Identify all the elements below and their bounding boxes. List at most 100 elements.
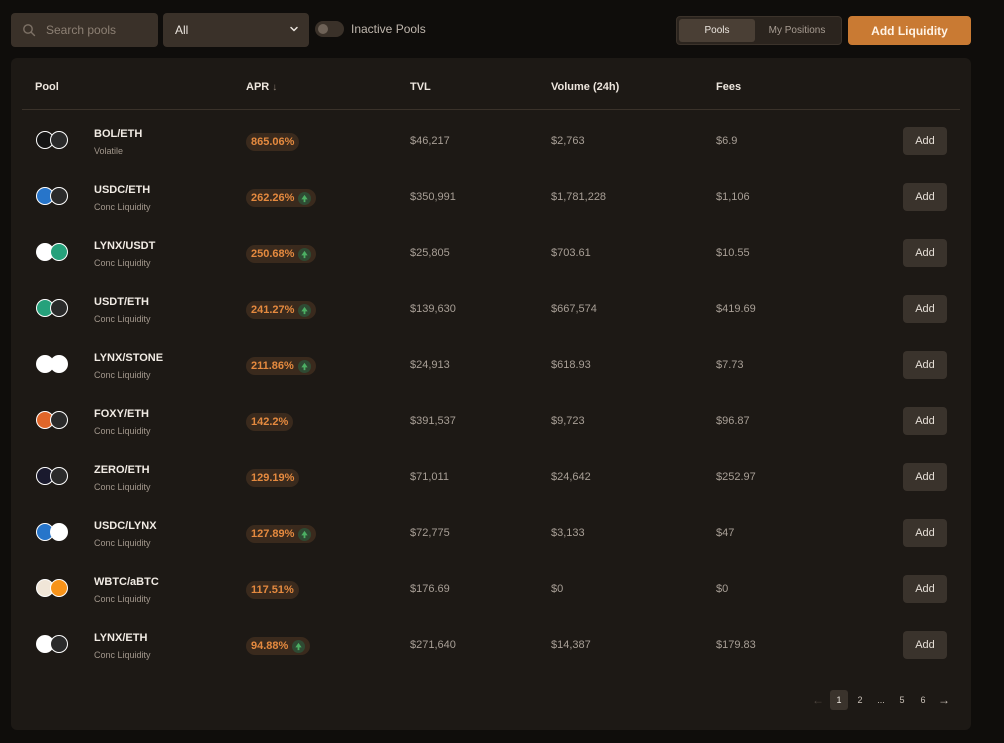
search-input[interactable] [46,23,146,37]
table-row[interactable]: FOXY/ETH Conc Liquidity 142.2% $391,537 … [22,400,960,456]
apr-value: 94.88% [251,640,289,652]
table-row[interactable]: LYNX/STONE Conc Liquidity 211.86% $24,91… [22,344,960,400]
add-pool-button[interactable]: Add [903,463,947,491]
pool-name[interactable]: LYNX/USDT [94,240,155,252]
table-row[interactable]: BOL/ETH Volatile 865.06% $46,217 $2,763 … [22,120,960,176]
tvl-value: $72,775 [410,527,450,539]
add-pool-button[interactable]: Add [903,351,947,379]
prev-page-icon[interactable]: ← [809,690,827,710]
add-liquidity-button[interactable]: Add Liquidity [848,16,971,45]
pools-table: Pool APR ↓ TVL Volume (24h) Fees BOL/ETH … [11,58,971,730]
inactive-pools-toggle[interactable] [315,21,344,37]
add-pool-button[interactable]: Add [903,183,947,211]
toggle-knob [318,24,328,34]
pool-name[interactable]: USDC/ETH [94,184,150,196]
next-page-icon[interactable]: → [935,690,953,710]
inactive-pools-control: Inactive Pools [315,21,426,37]
column-header-volume[interactable]: Volume (24h) [551,81,619,93]
apr-badge: 250.68% [246,245,317,263]
pool-filter-value: All [175,23,189,37]
pool-name[interactable]: ZERO/ETH [94,464,150,476]
boost-leaf-icon [292,639,306,653]
page-1[interactable]: 1 [830,690,848,710]
boost-leaf-icon [298,191,312,205]
table-row[interactable]: WBTC/aBTC Conc Liquidity 117.51% $176.69… [22,568,960,624]
apr-badge: 94.88% [246,637,311,655]
volume-value: $703.61 [551,247,591,259]
boost-leaf-icon [298,247,312,261]
tvl-value: $176.69 [410,583,450,595]
tvl-value: $391,537 [410,415,456,427]
add-pool-button[interactable]: Add [903,575,947,603]
apr-badge: 127.89% [246,525,317,543]
column-header-fees[interactable]: Fees [716,81,741,93]
boost-leaf-icon [297,359,311,373]
table-row[interactable]: ZERO/ETH Conc Liquidity 129.19% $71,011 … [22,456,960,512]
boost-leaf-icon [298,303,312,317]
table-row[interactable]: USDC/LYNX Conc Liquidity 127.89% $72,775… [22,512,960,568]
add-pool-button[interactable]: Add [903,519,947,547]
add-pool-button[interactable]: Add [903,295,947,323]
add-pool-button[interactable]: Add [903,407,947,435]
add-pool-button[interactable]: Add [903,631,947,659]
token-icon [50,635,68,653]
apr-badge: 262.26% [246,189,317,207]
pool-name[interactable]: LYNX/STONE [94,352,163,364]
tab-pools[interactable]: Pools [679,19,755,42]
apr-value: 865.06% [251,136,295,148]
page-2[interactable]: 2 [851,690,869,710]
pool-filter-select[interactable]: All [163,13,309,47]
pool-type: Conc Liquidity [94,594,151,604]
volume-value: $9,723 [551,415,585,427]
apr-badge: 211.86% [246,357,316,375]
apr-value: 117.51% [251,584,294,596]
apr-value: 211.86% [251,360,294,372]
tab-my-positions[interactable]: My Positions [755,19,839,42]
pool-type: Conc Liquidity [94,650,151,660]
add-pool-button[interactable]: Add [903,127,947,155]
pool-name[interactable]: WBTC/aBTC [94,576,159,588]
token-icon [50,243,68,261]
volume-value: $667,574 [551,303,597,315]
pool-name[interactable]: LYNX/ETH [94,632,147,644]
apr-value: 241.27% [251,304,295,316]
pool-type: Volatile [94,146,124,156]
fees-value: $47 [716,527,735,539]
pool-name[interactable]: FOXY/ETH [94,408,149,420]
apr-value: 250.68% [251,248,295,260]
pool-name[interactable]: BOL/ETH [94,128,142,140]
fees-value: $252.97 [716,471,756,483]
tvl-value: $350,991 [410,191,456,203]
token-pair-icons [34,467,68,489]
fees-value: $179.83 [716,639,756,651]
apr-value: 142.2% [251,416,289,428]
column-header-pool[interactable]: Pool [35,81,59,93]
pool-type: Conc Liquidity [94,538,151,548]
pool-type: Conc Liquidity [94,370,151,380]
apr-value: 129.19% [251,472,295,484]
token-pair-icons [34,299,68,321]
table-row[interactable]: USDT/ETH Conc Liquidity 241.27% $139,630… [22,288,960,344]
apr-badge: 241.27% [246,301,317,319]
page-ellipsis: ... [877,695,885,705]
table-row[interactable]: LYNX/USDT Conc Liquidity 250.68% $25,805… [22,232,960,288]
token-pair-icons [34,131,68,153]
page-5[interactable]: 5 [893,690,911,710]
page-6[interactable]: 6 [914,690,932,710]
fees-value: $0 [716,583,729,595]
search-box[interactable] [11,13,158,47]
pool-name[interactable]: USDC/LYNX [94,520,157,532]
column-header-tvl[interactable]: TVL [410,81,431,93]
add-pool-button[interactable]: Add [903,239,947,267]
sort-down-icon: ↓ [272,82,278,93]
column-header-apr[interactable]: APR ↓ [246,81,277,93]
view-tabs: Pools My Positions [676,16,842,45]
pool-name[interactable]: USDT/ETH [94,296,149,308]
token-icon [50,411,68,429]
tvl-value: $46,217 [410,135,450,147]
table-row[interactable]: LYNX/ETH Conc Liquidity 94.88% $271,640 … [22,624,960,680]
table-row[interactable]: USDC/ETH Conc Liquidity 262.26% $350,991… [22,176,960,232]
fees-value: $7.73 [716,359,744,371]
volume-value: $2,763 [551,135,585,147]
volume-value: $0 [551,583,564,595]
